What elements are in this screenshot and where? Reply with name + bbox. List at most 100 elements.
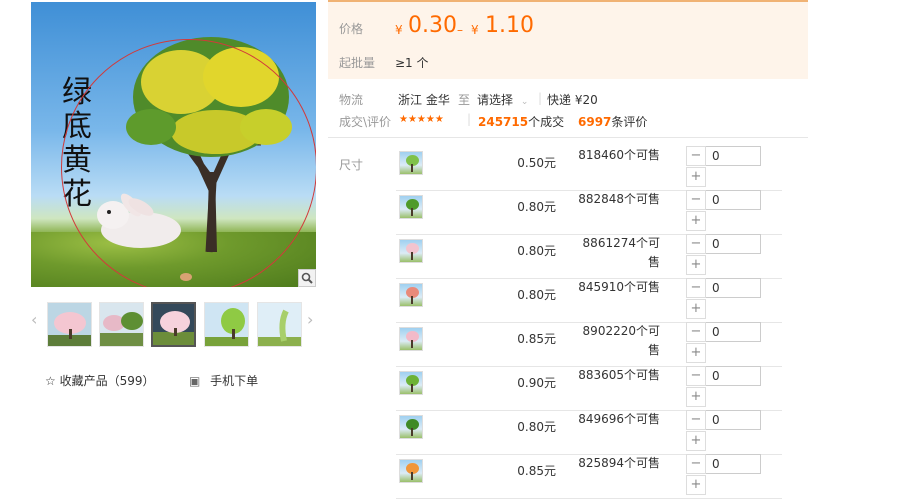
sku-tree-trunk <box>411 340 413 348</box>
quantity-stepper: −0 + <box>686 234 761 275</box>
sku-thumbnail[interactable] <box>399 283 423 307</box>
decrease-button[interactable]: − <box>686 410 706 430</box>
zoom-button[interactable] <box>298 269 316 287</box>
express-fee: 快递 ¥20 <box>547 93 598 107</box>
section-divider <box>328 137 808 138</box>
logistics-from: 浙江 金华 <box>398 93 450 107</box>
deal-count-unit: 个成交 <box>528 115 565 129</box>
increase-button[interactable]: + <box>686 167 706 187</box>
sku-stock: 882848个可售 <box>578 192 660 206</box>
thumbnail-2[interactable] <box>99 302 144 347</box>
decrease-button[interactable]: − <box>686 454 706 474</box>
increase-button[interactable]: + <box>686 387 706 407</box>
increase-button[interactable]: + <box>686 255 706 275</box>
sku-thumbnail[interactable] <box>399 327 423 351</box>
thumbnail-image <box>258 303 301 346</box>
sku-price: 0.85元 <box>517 464 556 478</box>
sku-stock: 825894个可售 <box>578 456 660 470</box>
collect-product-link[interactable]: ☆ 收藏产品（599） <box>45 372 155 389</box>
destination-select[interactable]: 请选择 ⌄ <box>477 91 528 108</box>
quantity-stepper: −0 + <box>686 190 761 231</box>
increase-button[interactable]: + <box>686 211 706 231</box>
thumbnail-image <box>48 303 91 346</box>
thumbnail-4[interactable] <box>204 302 249 347</box>
increase-button[interactable]: + <box>686 475 706 495</box>
quantity-stepper: −0 + <box>686 278 761 319</box>
mobile-order-link[interactable]: ▣ 手机下单 <box>189 372 258 389</box>
sku-thumbnail[interactable] <box>399 371 423 395</box>
sku-row: 0.85元 825894个可售 −0 + <box>396 454 782 499</box>
quantity-stepper: −0 + <box>686 454 761 495</box>
decrease-button[interactable]: − <box>686 234 706 254</box>
quantity-input[interactable]: 0 <box>706 454 761 474</box>
review-count[interactable]: 6997条评价 <box>578 113 647 130</box>
sku-price: 0.50元 <box>517 156 556 170</box>
thumbnail-5[interactable] <box>257 302 302 347</box>
quantity-input[interactable]: 0 <box>706 146 761 166</box>
sku-price: 0.90元 <box>517 376 556 390</box>
decrease-button[interactable]: − <box>686 278 706 298</box>
increase-button[interactable]: + <box>686 343 706 363</box>
thumb-next-arrow[interactable]: › <box>307 310 313 329</box>
sku-price: 0.80元 <box>517 420 556 434</box>
quantity-input[interactable]: 0 <box>706 190 761 210</box>
moq-value: ≥1 个 <box>395 56 429 70</box>
sku-tree-trunk <box>411 296 413 304</box>
sku-thumbnail[interactable] <box>399 195 423 219</box>
thumb-prev-arrow[interactable]: ‹ <box>31 310 37 329</box>
sku-stock: 849696个可售 <box>578 412 660 426</box>
quantity-input[interactable]: 0 <box>706 410 761 430</box>
quantity-stepper: −0 + <box>686 322 761 363</box>
sku-price: 0.80元 <box>517 200 556 214</box>
quantity-input[interactable]: 0 <box>706 366 761 386</box>
quantity-stepper: −0 + <box>686 146 761 187</box>
sku-price: 0.80元 <box>517 288 556 302</box>
quantity-stepper: −0 + <box>686 410 761 451</box>
decrease-button[interactable]: − <box>686 190 706 210</box>
quantity-input[interactable]: 0 <box>706 278 761 298</box>
main-product-image[interactable]: 绿底黄花 <box>31 2 316 287</box>
quantity-input[interactable]: 0 <box>706 322 761 342</box>
thumbnail-image <box>153 304 194 345</box>
thumbnail-image <box>205 303 248 346</box>
thumbnail-1[interactable] <box>47 302 92 347</box>
price-separator: – <box>457 23 463 37</box>
price-currency-low: ¥ <box>395 23 403 37</box>
sku-row: 0.85元 8902220个可售 −0 + <box>396 322 782 367</box>
sku-label: 尺寸 <box>339 158 364 172</box>
logistics-to-word: 至 <box>458 93 471 107</box>
quantity-stepper: −0 + <box>686 366 761 407</box>
sku-row: 0.90元 883605个可售 −0 + <box>396 366 782 411</box>
deal-count[interactable]: 245715个成交 <box>478 113 564 130</box>
decrease-button[interactable]: − <box>686 366 706 386</box>
quantity-input[interactable]: 0 <box>706 234 761 254</box>
sku-thumbnail[interactable] <box>399 239 423 263</box>
deal-count-number: 245715 <box>478 115 529 129</box>
thumbnail-3[interactable] <box>151 302 196 347</box>
sku-row: 0.50元 818460个可售 −0 + <box>396 146 782 191</box>
highlight-circle <box>61 39 316 287</box>
sku-stock: 883605个可售 <box>578 368 660 382</box>
sku-stock: 8861274个可售 <box>582 236 660 269</box>
sku-thumbnail[interactable] <box>399 415 423 439</box>
increase-button[interactable]: + <box>686 299 706 319</box>
decrease-button[interactable]: − <box>686 146 706 166</box>
increase-button[interactable]: + <box>686 431 706 451</box>
sku-thumbnail[interactable] <box>399 151 423 175</box>
sku-row: 0.80元 849696个可售 −0 + <box>396 410 782 455</box>
moq-label: 起批量 <box>339 56 376 70</box>
price-label: 价格 <box>339 22 364 36</box>
decrease-button[interactable]: − <box>686 322 706 342</box>
collect-label: 收藏产品（599） <box>59 374 155 388</box>
sku-tree-trunk <box>411 472 413 480</box>
sku-row: 0.80元 882848个可售 −0 + <box>396 190 782 235</box>
sku-tree-trunk <box>411 428 413 436</box>
price-high: 1.10 <box>485 13 534 38</box>
divider: | <box>538 91 543 105</box>
review-count-unit: 条评价 <box>611 115 648 129</box>
logistics-label: 物流 <box>339 93 364 107</box>
sku-thumbnail[interactable] <box>399 459 423 483</box>
sku-price: 0.85元 <box>517 332 556 346</box>
magnifier-icon <box>301 272 313 284</box>
sku-price: 0.80元 <box>517 244 556 258</box>
